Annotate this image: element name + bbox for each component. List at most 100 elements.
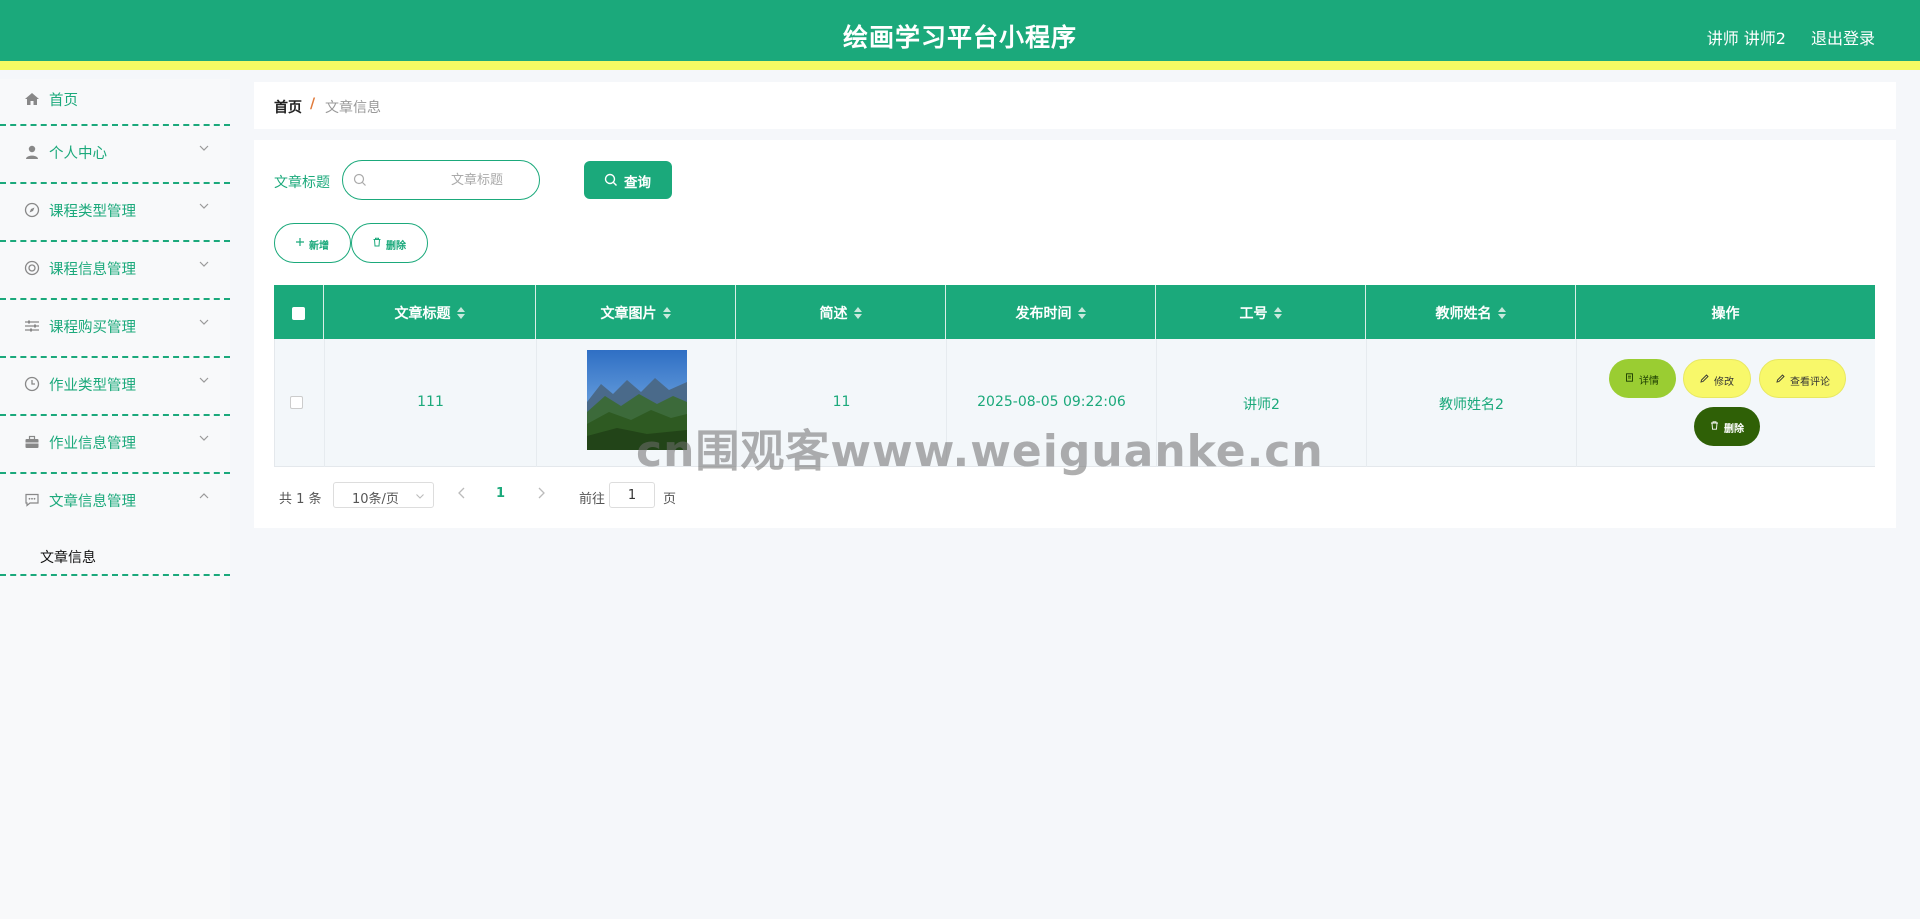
chevron-down-icon bbox=[416, 494, 424, 499]
row-select-cell bbox=[275, 339, 325, 467]
chevron-down-icon bbox=[199, 261, 209, 267]
sidebar-item-label: 文章信息管理 bbox=[49, 494, 136, 510]
pencil-icon bbox=[1700, 374, 1709, 383]
breadcrumb: 首页 / 文章信息 bbox=[254, 82, 1896, 129]
sidebar-item-home[interactable]: 首页 bbox=[0, 79, 230, 126]
chevron-down-icon bbox=[199, 435, 209, 441]
remove-button[interactable]: 删除 bbox=[1694, 407, 1760, 446]
sort-icon[interactable] bbox=[662, 307, 671, 319]
column-header-teacher-name[interactable]: 教师姓名 bbox=[1366, 285, 1576, 339]
page-number[interactable]: 1 bbox=[496, 486, 505, 501]
goto-page-input[interactable] bbox=[609, 482, 655, 508]
sidebar-subitem-label: 文章信息 bbox=[40, 550, 96, 566]
sidebar: 首页 个人中心 课程类型管理 课程信息管理 课程购买管理 作业类型管理 作业信息… bbox=[0, 79, 230, 919]
chevron-up-icon bbox=[199, 493, 209, 499]
trash-icon bbox=[1711, 421, 1718, 430]
next-page-icon[interactable] bbox=[535, 486, 547, 500]
cell-title: 111 bbox=[325, 339, 537, 467]
row-checkbox[interactable] bbox=[290, 396, 303, 409]
cell-text: 讲师2 bbox=[1243, 397, 1280, 413]
select-all-checkbox[interactable] bbox=[292, 307, 305, 320]
column-header-title[interactable]: 文章标题 bbox=[324, 285, 536, 339]
sidebar-item-homework-type[interactable]: 作业类型管理 bbox=[0, 358, 230, 416]
sidebar-item-personal-center[interactable]: 个人中心 bbox=[0, 126, 230, 184]
column-header-label: 工号 bbox=[1239, 306, 1268, 322]
compass-icon bbox=[24, 202, 40, 218]
column-header-label: 简述 bbox=[819, 306, 848, 322]
chevron-down-icon bbox=[199, 377, 209, 383]
goto-label: 前往 bbox=[579, 492, 606, 507]
search-button-label: 查询 bbox=[624, 175, 651, 191]
sidebar-item-label: 课程购买管理 bbox=[49, 320, 136, 336]
sidebar-group-article: 文章信息管理 文章信息 bbox=[0, 474, 230, 576]
sidebar-item-label: 首页 bbox=[49, 93, 78, 109]
pagination-total: 共 1 条 bbox=[279, 492, 322, 507]
search-label: 文章标题 bbox=[274, 175, 330, 191]
cell-teacher-name: 教师姓名2 bbox=[1367, 339, 1577, 467]
cell-text: 11 bbox=[832, 394, 851, 410]
search-box[interactable] bbox=[342, 160, 540, 200]
document-icon bbox=[1626, 373, 1633, 382]
detail-button[interactable]: 详情 bbox=[1609, 359, 1676, 398]
search-input[interactable] bbox=[373, 169, 533, 191]
top-header: 绘画学习平台小程序 讲师 讲师2 退出登录 bbox=[0, 0, 1920, 70]
clock-icon bbox=[24, 376, 40, 392]
breadcrumb-current: 文章信息 bbox=[325, 100, 381, 116]
column-header-job-no[interactable]: 工号 bbox=[1156, 285, 1366, 339]
breadcrumb-home[interactable]: 首页 bbox=[274, 97, 302, 117]
sidebar-item-course-type[interactable]: 课程类型管理 bbox=[0, 184, 230, 242]
sidebar-item-course-info[interactable]: 课程信息管理 bbox=[0, 242, 230, 300]
chevron-down-icon bbox=[199, 319, 209, 325]
add-button[interactable]: 新增 bbox=[274, 223, 351, 263]
prev-page-icon[interactable] bbox=[456, 486, 468, 500]
sidebar-item-label: 个人中心 bbox=[49, 146, 107, 162]
column-header-label: 文章标题 bbox=[394, 306, 451, 322]
add-button-label: 新增 bbox=[309, 241, 329, 252]
delete-button-label: 删除 bbox=[386, 241, 406, 252]
column-header-summary[interactable]: 简述 bbox=[736, 285, 946, 339]
sort-icon[interactable] bbox=[1273, 307, 1282, 319]
cell-text: 教师姓名2 bbox=[1439, 397, 1504, 413]
cell-text: 111 bbox=[417, 394, 444, 410]
briefcase-icon bbox=[25, 435, 39, 448]
sidebar-item-label: 作业类型管理 bbox=[49, 378, 136, 394]
sidebar-item-label: 课程信息管理 bbox=[49, 262, 136, 278]
column-header-label: 教师姓名 bbox=[1435, 306, 1492, 322]
sidebar-item-label: 作业信息管理 bbox=[49, 436, 136, 452]
page-size-value: 10条/页 bbox=[352, 492, 399, 507]
logout-link[interactable]: 退出登录 bbox=[1811, 25, 1875, 49]
breadcrumb-separator: / bbox=[310, 96, 316, 112]
page-size-select[interactable]: 10条/页 bbox=[333, 482, 434, 508]
search-button[interactable]: 查询 bbox=[584, 161, 672, 199]
sidebar-item-homework-info[interactable]: 作业信息管理 bbox=[0, 416, 230, 474]
user-icon bbox=[26, 145, 38, 159]
sort-icon[interactable] bbox=[1497, 307, 1506, 319]
home-icon bbox=[25, 93, 39, 105]
edit-button[interactable]: 修改 bbox=[1683, 359, 1751, 398]
current-user: 讲师 讲师2 bbox=[1706, 29, 1786, 48]
sidebar-item-label: 课程类型管理 bbox=[49, 204, 136, 220]
chevron-down-icon bbox=[199, 203, 209, 209]
column-header-label: 操作 bbox=[1711, 306, 1740, 322]
remove-button-label: 删除 bbox=[1724, 424, 1744, 435]
cell-operations: 详情 修改 查看评论 删除 bbox=[1577, 339, 1876, 467]
header-select-cell bbox=[274, 285, 324, 339]
column-header-operations: 操作 bbox=[1576, 285, 1875, 339]
sidebar-item-article-management[interactable]: 文章信息管理 bbox=[0, 474, 230, 532]
column-header-publish-time[interactable]: 发布时间 bbox=[946, 285, 1156, 339]
column-header-image[interactable]: 文章图片 bbox=[536, 285, 736, 339]
sort-icon[interactable] bbox=[853, 307, 862, 319]
edit-button-label: 修改 bbox=[1714, 377, 1734, 388]
sidebar-item-course-purchase[interactable]: 课程购买管理 bbox=[0, 300, 230, 358]
table-header: 文章标题 文章图片 简述 发布时间 工号 教师姓名 操作 bbox=[274, 285, 1875, 339]
chevron-down-icon bbox=[199, 145, 209, 151]
column-header-label: 发布时间 bbox=[1015, 306, 1072, 322]
sidebar-subitem-article-info[interactable]: 文章信息 bbox=[0, 532, 230, 574]
sort-icon[interactable] bbox=[1077, 307, 1086, 319]
plus-icon bbox=[296, 238, 304, 246]
sliders-icon bbox=[25, 320, 39, 332]
view-comments-button[interactable]: 查看评论 bbox=[1759, 359, 1846, 398]
sort-icon[interactable] bbox=[456, 307, 465, 319]
cell-text: 2025-08-05 09:22:06 bbox=[977, 394, 1126, 410]
delete-button[interactable]: 删除 bbox=[351, 223, 428, 263]
